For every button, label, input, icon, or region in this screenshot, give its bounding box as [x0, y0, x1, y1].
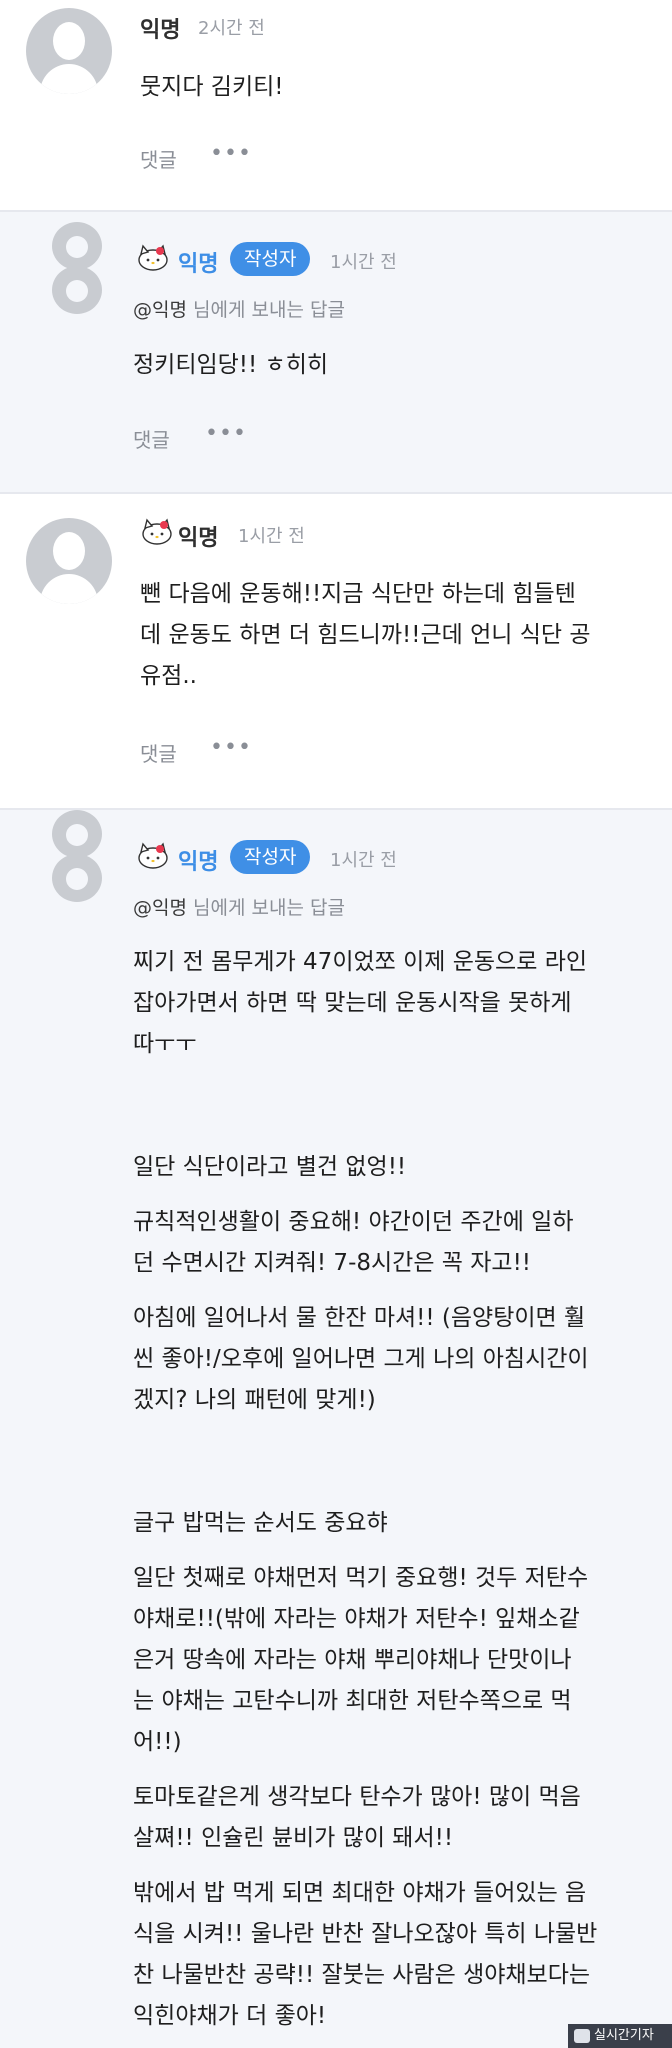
hello-kitty-icon: [138, 842, 168, 869]
more-options-icon[interactable]: •••: [205, 421, 247, 446]
text-line: 던 수면시간 지켜줘! 7-8시간은 꼭 자고!!: [133, 1250, 532, 1276]
author-name[interactable]: 익명: [178, 520, 218, 552]
mention-user[interactable]: @익명: [133, 299, 187, 321]
comment-time: 2시간 전: [198, 18, 265, 39]
avatar[interactable]: [52, 810, 102, 902]
reply-button[interactable]: 댓글: [140, 144, 177, 173]
text-line: 씬 좋아!/오후에 일어나면 그게 나의 아침시간이: [133, 1346, 589, 1372]
text-line: 일단 첫째로 야채먼저 먹기 중요행! 것두 저탄수: [133, 1565, 589, 1591]
text-line: 데 운동도 하면 더 힘드니까!!근데 언니 식단 공: [140, 622, 591, 648]
text-line: 뺀 다음에 운동해!!지금 식단만 하는데 힘들텐: [140, 581, 576, 607]
reply-comment: 익명 작성자 1시간 전 @익명 님에게 보내는 답글 찌기 전 몸무게가 47…: [0, 810, 672, 2048]
text-line: 일단 식단이라고 별건 없엉!!: [133, 1154, 407, 1180]
reply-comment: 익명 작성자 1시간 전 @익명 님에게 보내는 답글 정키티임당!! ㅎ히히 …: [0, 212, 672, 492]
text-line: 찌기 전 몸무게가 47이었쪼 이제 운동으로 라인: [133, 949, 588, 975]
text-line: 글구 밥먹는 순서도 중요햐: [133, 1510, 388, 1536]
watermark-logo-icon: [574, 2029, 590, 2043]
text-line: 어!!): [133, 1729, 182, 1755]
author-badge: 작성자: [230, 242, 311, 276]
text-line: 는 야채는 고탄수니까 최대한 저탄수쪽으로 먹: [133, 1688, 572, 1714]
comment: 익명 2시간 전 뭇지다 김키티! 댓글 •••: [0, 0, 672, 210]
text-line: 야채로!!(밖에 자라는 야채가 저탄수! 잎채소같: [133, 1606, 580, 1632]
watermark: 실시간기자: [568, 2024, 672, 2048]
mention: @익명 님에게 보내는 답글: [133, 295, 345, 322]
text-line: 유점..: [140, 663, 197, 689]
text-line: 은거 땅속에 자라는 야채 뿌리야채나 단맛이나: [133, 1647, 572, 1673]
author-name[interactable]: 익명: [178, 246, 218, 278]
text-line: 살쪄!! 인슐린 뷴비가 많이 돼서!!: [133, 1825, 454, 1851]
reply-button[interactable]: 댓글: [133, 424, 170, 453]
comment-text: 정키티임당!! ㅎ히히: [133, 352, 329, 378]
text-line: 식을 시켜!! 울나란 반찬 잘나오잖아 특히 나물반: [133, 1921, 598, 1947]
avatar[interactable]: [52, 222, 102, 314]
mention-user[interactable]: @익명: [133, 897, 187, 919]
more-options-icon[interactable]: •••: [210, 735, 252, 760]
avatar[interactable]: [26, 518, 112, 604]
author-badge: 작성자: [230, 840, 311, 874]
avatar[interactable]: [26, 8, 112, 94]
comment-time: 1시간 전: [330, 850, 397, 871]
text-line: 잡아가면서 하면 딱 맞는데 운동시작을 못하게: [133, 990, 572, 1016]
comment-text: 뺀 다음에 운동해!!지금 식단만 하는데 힘들텐 데 운동도 하면 더 힘드니…: [140, 574, 591, 697]
comment: 익명 1시간 전 뺀 다음에 운동해!!지금 식단만 하는데 힘들텐 데 운동도…: [0, 494, 672, 808]
author-name[interactable]: 익명: [140, 12, 180, 44]
text-line: 따ㅜㅜ: [133, 1031, 197, 1057]
comment-time: 1시간 전: [238, 526, 305, 547]
author-name[interactable]: 익명: [178, 844, 218, 876]
text-line: 찬 나물반찬 공략!! 잘붓는 사람은 생야채보다는: [133, 1962, 591, 1988]
comment-text: 찌기 전 몸무게가 47이었쪼 이제 운동으로 라인 잡아가면서 하면 딱 맞는…: [133, 942, 653, 2037]
text-line: 아침에 일어나서 물 한잔 마셔!! (음양탕이면 훨: [133, 1305, 586, 1331]
mention-suffix: 님에게 보내는 답글: [193, 299, 345, 321]
comment-text: 뭇지다 김키티!: [140, 74, 284, 100]
text-line: 규칙적인생활이 중요해! 야간이던 주간에 일하: [133, 1209, 574, 1235]
hello-kitty-icon: [142, 518, 172, 545]
mention: @익명 님에게 보내는 답글: [133, 893, 345, 920]
hello-kitty-icon: [138, 244, 168, 271]
more-options-icon[interactable]: •••: [210, 141, 252, 166]
text-line: 밖에서 밥 먹게 되면 최대한 야채가 들어있는 음: [133, 1880, 587, 1906]
reply-button[interactable]: 댓글: [140, 738, 177, 767]
mention-suffix: 님에게 보내는 답글: [193, 897, 345, 919]
comment-time: 1시간 전: [330, 252, 397, 273]
watermark-text: 실시간기자: [594, 2028, 654, 2043]
text-line: 토마토같은게 생각보다 탄수가 많아! 많이 먹음: [133, 1784, 581, 1810]
text-line: 겠지? 나의 패턴에 맞게!): [133, 1387, 376, 1413]
